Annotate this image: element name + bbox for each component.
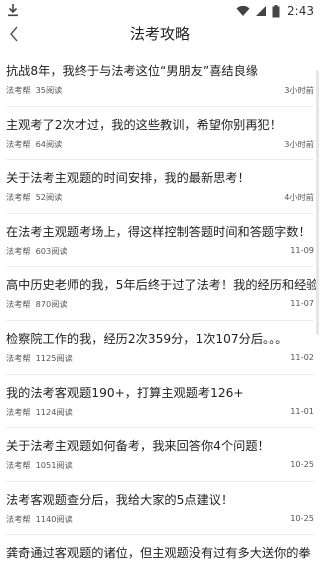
article-title: 关于法考主观题如何备考，我来回答你4个问题！ [6,439,270,454]
list-item[interactable]: 关于法考主观题的时间安排，我的最新思考！ 法考帮 52阅读 4小时前 [6,160,314,214]
article-title: 主观考了2次才过，我的这些教训，希望你别再犯！ [6,117,282,132]
list-item[interactable]: 在法考主观题考场上，得这样控制答题时间和答题字数！ 法考帮 603阅读 11-09 [6,214,314,268]
status-icons: 2:43 [236,0,314,22]
article-reads: 1125阅读 [35,352,73,363]
article-source: 法考帮 [6,85,31,95]
article-source: 法考帮 [6,352,31,363]
article-meta: 法考帮 1140阅读 [6,513,78,525]
wifi-icon [236,5,250,16]
status-time: 2:43 [287,4,314,18]
article-reads: 52阅读 [35,192,63,203]
article-title: 法考客观题查分后，我给大家的5点建议！ [6,492,234,507]
article-time: 4小时前 [284,192,314,203]
article-source: 法考帮 [6,406,31,417]
article-meta: 法考帮 1124阅读 [6,406,78,418]
article-title: 关于法考主观题的时间安排，我的最新思考！ [6,171,250,186]
article-meta: 法考帮 1051阅读 [6,459,78,471]
article-time: 11-09 [290,244,314,255]
article-meta: 法考帮 1125阅读 [6,352,78,364]
article-meta: 法考帮 603阅读 [6,245,73,257]
battery-icon [272,4,280,17]
article-reads: 1051阅读 [35,460,73,471]
article-meta: 法考帮 35阅读 [6,84,67,96]
scrollbar[interactable] [316,70,319,335]
article-title: 高中历史老师的我，5年后终于过了法考！我的经历和经验！ [6,278,316,293]
article-reads: 1140阅读 [35,513,73,524]
article-source: 法考帮 [6,245,31,256]
article-list[interactable]: 抗战8年，我终于与法考这位“男朋友”喜结良缘 法考帮 35阅读 3小时前 主观考了… [0,53,320,568]
article-title: 在法考主观题考场上，得这样控制答题时间和答题字数！ [6,224,311,239]
article-source: 法考帮 [6,192,31,203]
app-header: 法考攻略 [0,22,320,46]
list-item[interactable]: 龚奇通过客观题的诸位，但主观题没有过有多大送你的拳 [6,535,314,568]
article-source: 法考帮 [6,299,31,310]
article-time: 3小时前 [284,138,314,149]
article-reads: 603阅读 [35,245,68,256]
article-time: 10-25 [290,459,314,470]
article-time: 3小时前 [284,85,314,95]
article-meta: 法考帮 870阅读 [6,298,73,310]
article-time: 10-25 [290,512,314,523]
article-reads: 64阅读 [35,138,63,149]
list-item[interactable]: 主观考了2次才过，我的这些教训，希望你别再犯！ 法考帮 64阅读 3小时前 [6,107,314,161]
article-time: 11-02 [290,351,314,362]
signal-icon [256,6,267,16]
article-source: 法考帮 [6,460,31,471]
list-item[interactable]: 我的法考客观题190+，打算主观题考126+ 法考帮 1124阅读 11-01 [6,375,314,429]
list-item[interactable]: 法考客观题查分后，我给大家的5点建议！ 法考帮 1140阅读 10-25 [6,482,314,536]
article-meta: 法考帮 64阅读 [6,138,67,150]
list-item[interactable]: 检察院工作的我，经历2次359分，1次107分后。。。 法考帮 1125阅读 11… [6,321,314,375]
status-bar: 2:43 [0,0,320,22]
article-reads: 870阅读 [35,299,68,310]
article-title: 龚奇通过客观题的诸位，但主观题没有过有多大送你的拳 [6,546,311,561]
article-source: 法考帮 [6,138,31,149]
article-title: 检察院工作的我，经历2次359分，1次107分后。。。 [6,331,288,346]
download-icon [8,4,18,17]
article-source: 法考帮 [6,513,31,524]
article-reads: 1124阅读 [35,406,73,417]
article-meta: 法考帮 52阅读 [6,191,67,203]
list-item[interactable]: 抗战8年，我终于与法考这位“男朋友”喜结良缘 法考帮 35阅读 3小时前 [6,53,314,107]
page-title: 法考攻略 [129,25,190,43]
article-reads: 35阅读 [35,85,63,95]
list-item[interactable]: 高中历史老师的我，5年后终于过了法考！我的经历和经验！ 法考帮 870阅读 11-… [6,267,316,321]
article-time: 11-07 [290,298,314,309]
article-time: 11-01 [290,405,314,416]
article-title: 我的法考客观题190+，打算主观题考126+ [6,385,244,400]
article-title: 抗战8年，我终于与法考这位“男朋友”喜结良缘 [6,64,258,78]
list-item[interactable]: 关于法考主观题如何备考，我来回答你4个问题！ 法考帮 1051阅读 10-25 [6,428,314,482]
